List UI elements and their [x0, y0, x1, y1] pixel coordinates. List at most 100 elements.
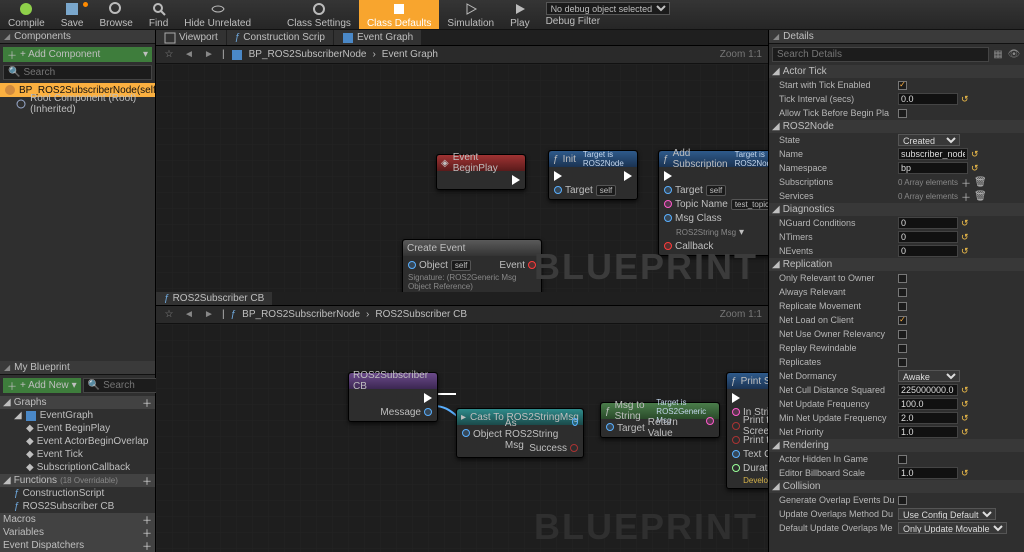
section-diagnostics[interactable]: ◢Diagnostics [769, 203, 1024, 216]
reset-button[interactable]: ↺ [971, 163, 979, 174]
browse-button[interactable]: Browse [91, 0, 140, 29]
back-button[interactable]: ◄ [182, 48, 196, 62]
return-pin[interactable] [706, 417, 714, 425]
forward-button[interactable]: ► [202, 48, 216, 62]
section-actortick[interactable]: ◢Actor Tick [769, 65, 1024, 78]
duration-pin[interactable] [732, 464, 740, 472]
favorite-button[interactable]: ☆ [162, 308, 176, 322]
debug-object-select[interactable]: No debug object selected [546, 2, 670, 15]
namespace-input[interactable] [898, 162, 968, 174]
simulation-button[interactable]: Simulation [439, 0, 502, 29]
node-create-event[interactable]: Create Event ObjectselfEvent Signature: … [402, 239, 542, 292]
add-component-button[interactable]: ＋+ Add Component▾ [3, 47, 152, 62]
forward-button[interactable]: ► [202, 308, 216, 322]
section-collision[interactable]: ◢Collision [769, 480, 1024, 493]
exec-out-pin[interactable] [624, 171, 632, 181]
reset-button[interactable]: ↺ [971, 149, 979, 160]
success-pin[interactable] [570, 444, 578, 452]
add-graph-button[interactable]: ＋ [142, 395, 152, 410]
event-item[interactable]: ◆Event ActorBeginOverlap [0, 435, 155, 448]
tick-before-check[interactable] [898, 109, 907, 118]
tick-interval-input[interactable] [898, 93, 958, 105]
details-eye-icon[interactable]: 👁 [1007, 47, 1021, 61]
instring-pin[interactable] [732, 408, 740, 416]
default-overlaps-select[interactable]: Only Update Movable [898, 522, 1007, 534]
crumb-bp[interactable]: BP_ROS2SubscriberNode [249, 49, 367, 60]
class-defaults-button[interactable]: Class Defaults [359, 0, 439, 29]
topic-pin[interactable] [664, 200, 672, 208]
node-print-string[interactable]: ƒPrint String In String Print to Screen … [726, 372, 768, 489]
dispatchers-category[interactable]: Event Dispatchers＋ [0, 539, 155, 552]
section-ros2node[interactable]: ◢ROS2Node [769, 120, 1024, 133]
components-search[interactable]: 🔍 [3, 65, 152, 80]
compile-button[interactable]: Compile [0, 0, 53, 29]
as-pin[interactable] [572, 418, 578, 426]
event-item[interactable]: ◆Event Tick [0, 448, 155, 461]
section-rendering[interactable]: ◢Rendering [769, 439, 1024, 452]
node-init[interactable]: ƒInitTarget is ROS2Node Targetself [548, 150, 638, 200]
details-matrix-icon[interactable]: ▦ [991, 47, 1005, 61]
save-button[interactable]: Save [53, 0, 92, 29]
event-graph-canvas[interactable]: ◈Event BeginPlay ƒInitTarget is ROS2Node… [156, 64, 768, 292]
add-element-button[interactable]: ＋ [961, 175, 971, 190]
add-function-button[interactable]: ＋ [142, 473, 152, 488]
msgclass-pin[interactable] [664, 214, 672, 222]
event-item[interactable]: ◆SubscriptionCallback [0, 461, 155, 474]
plog-pin[interactable] [732, 436, 740, 444]
event-out-pin[interactable] [528, 261, 536, 269]
update-overlaps-select[interactable]: Use Config Default [898, 508, 996, 520]
eventgraph-item[interactable]: ◢EventGraph [0, 409, 155, 422]
function-item[interactable]: ƒROS2Subscriber CB [0, 500, 155, 513]
node-function-entry[interactable]: ROS2Subscriber CB Message [348, 372, 438, 422]
exec-in-pin[interactable] [732, 393, 740, 403]
add-element-button[interactable]: ＋ [961, 189, 971, 204]
callback-pin[interactable] [664, 242, 672, 250]
tab-ros2subscriber[interactable]: ƒROS2Subscriber CB [156, 292, 272, 305]
variables-category[interactable]: Variables＋ [0, 526, 155, 539]
target-pin[interactable] [606, 423, 614, 431]
crumb-graph[interactable]: ROS2Subscriber CB [375, 309, 467, 320]
object-pin[interactable] [408, 261, 416, 269]
tick-enabled-check[interactable] [898, 81, 907, 90]
clear-button[interactable]: 🗑 [974, 191, 987, 202]
event-item[interactable]: ◆Event BeginPlay [0, 422, 155, 435]
macros-category[interactable]: Macros＋ [0, 513, 155, 526]
component-root-row[interactable]: Root Component (Root) (Inherited) [0, 97, 155, 111]
favorite-button[interactable]: ☆ [162, 48, 176, 62]
add-dispatcher-button[interactable]: ＋ [142, 538, 152, 552]
hide-unrelated-button[interactable]: Hide Unrelated [176, 0, 259, 29]
find-button[interactable]: Find [141, 0, 176, 29]
ntimers-input[interactable] [898, 231, 958, 243]
graphs-category[interactable]: ◢Graphs＋ [0, 396, 155, 409]
node-event-beginplay[interactable]: ◈Event BeginPlay [436, 154, 526, 190]
object-pin[interactable] [462, 429, 470, 437]
node-add-subscription[interactable]: ƒAdd SubscriptionTarget is ROS2Node Targ… [658, 150, 768, 256]
reset-button[interactable]: ↺ [961, 94, 969, 105]
tab-eventgraph[interactable]: Event Graph [334, 30, 421, 45]
target-pin[interactable] [664, 186, 672, 194]
exec-out-pin[interactable] [424, 393, 432, 403]
netdorm-select[interactable]: Awake [898, 370, 960, 382]
function-graph-canvas[interactable]: ROS2Subscriber CB Message ▸Cast To ROS2S… [156, 324, 768, 552]
name-input[interactable] [898, 148, 968, 160]
color-pin[interactable] [732, 450, 740, 458]
tab-viewport[interactable]: Viewport [156, 30, 226, 45]
class-settings-button[interactable]: Class Settings [279, 0, 359, 29]
add-new-button[interactable]: ＋+ Add New▾ [3, 378, 81, 393]
function-item[interactable]: ƒConstructionScript [0, 487, 155, 500]
message-pin[interactable] [424, 408, 432, 416]
node-msg-to-string[interactable]: ƒMsg to StringTarget is ROS2Generic Msg … [600, 402, 720, 438]
crumb-bp[interactable]: BP_ROS2SubscriberNode [242, 309, 360, 320]
exec-in-pin[interactable] [664, 171, 672, 181]
nguard-input[interactable] [898, 217, 958, 229]
target-pin[interactable] [554, 186, 562, 194]
clear-button[interactable]: 🗑 [974, 177, 987, 188]
tab-construction[interactable]: ƒConstruction Scrip [227, 30, 333, 45]
pscreen-pin[interactable] [732, 422, 740, 430]
nevents-input[interactable] [898, 245, 958, 257]
crumb-graph[interactable]: Event Graph [382, 49, 438, 60]
node-cast[interactable]: ▸Cast To ROS2StringMsg ObjectAs ROS2Stri… [456, 408, 584, 458]
exec-in-pin[interactable] [554, 171, 562, 181]
section-replication[interactable]: ◢Replication [769, 258, 1024, 271]
play-button[interactable]: Play [502, 0, 537, 29]
